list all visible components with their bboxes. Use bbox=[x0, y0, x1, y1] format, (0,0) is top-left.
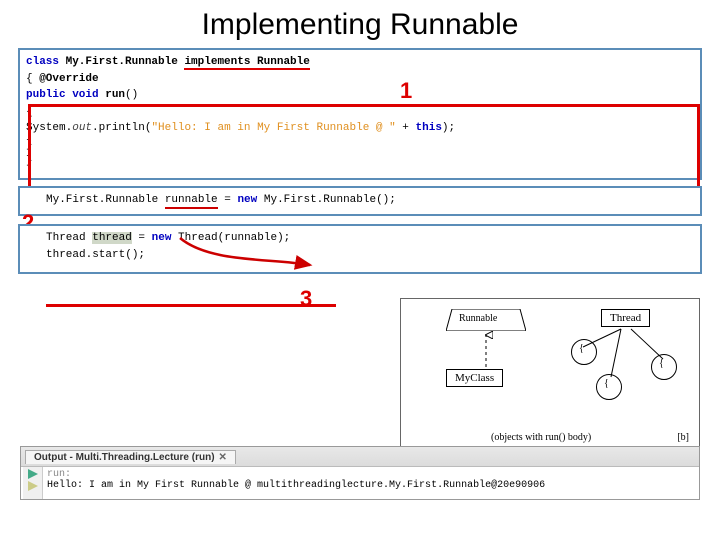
output-gutter bbox=[23, 467, 43, 499]
thread-node: Thread bbox=[601, 309, 650, 327]
class-diagram: Runnable Thread MyClass { { { (objects w… bbox=[400, 298, 700, 448]
code-block-1: class My.First.Runnable implements Runna… bbox=[18, 48, 702, 180]
callout-1: 1 bbox=[400, 78, 412, 104]
code-token: implements Runnable bbox=[184, 56, 309, 70]
output-tab-title: Output - Multi.Threading.Lecture (run) bbox=[34, 452, 215, 463]
code-token: this bbox=[416, 122, 442, 134]
code-token: My.First.Runnable bbox=[46, 194, 165, 206]
brace-icon: { bbox=[604, 378, 609, 389]
diagram-caption: (objects with run() body) bbox=[491, 432, 591, 443]
code-token: Thread bbox=[46, 232, 92, 244]
output-tab[interactable]: Output - Multi.Threading.Lecture (run) ✕ bbox=[25, 450, 236, 464]
code-token: run bbox=[105, 89, 125, 101]
code-token: System. bbox=[26, 122, 72, 134]
code-token: thread bbox=[92, 232, 132, 244]
code-token: My.First.Runnable(); bbox=[257, 194, 396, 206]
output-line: Hello: I am in My First Runnable @ multi… bbox=[47, 480, 695, 491]
code-token: new bbox=[152, 232, 172, 244]
myclass-node: MyClass bbox=[446, 369, 503, 387]
code-token: = bbox=[218, 194, 238, 206]
close-icon[interactable]: ✕ bbox=[219, 452, 227, 463]
code-token: ); bbox=[442, 122, 455, 134]
output-run-label: run: bbox=[47, 469, 695, 480]
code-token: out bbox=[72, 122, 92, 134]
code-token: runnable bbox=[165, 194, 218, 209]
code-block-2: My.First.Runnable runnable = new My.Firs… bbox=[18, 186, 702, 216]
object-links-icon bbox=[561, 327, 691, 397]
code-token: } bbox=[26, 139, 33, 151]
code-block-3: Thread thread = new Thread(runnable); th… bbox=[18, 224, 702, 274]
rerun-icon[interactable] bbox=[26, 480, 40, 492]
code-token: { bbox=[26, 106, 33, 118]
output-tabbar: Output - Multi.Threading.Lecture (run) ✕ bbox=[21, 447, 699, 467]
page-title: Implementing Runnable bbox=[0, 8, 720, 42]
code-token: new bbox=[237, 194, 257, 206]
code-token: thread.start(); bbox=[46, 249, 145, 261]
code-token: } bbox=[26, 155, 33, 167]
highlight-underline-3 bbox=[46, 304, 336, 307]
code-token: { bbox=[26, 73, 39, 85]
callout-3: 3 bbox=[300, 286, 312, 312]
run-icon[interactable] bbox=[26, 468, 40, 480]
brace-icon: { bbox=[659, 358, 664, 369]
code-token: () bbox=[125, 89, 138, 101]
code-token: public void bbox=[26, 89, 105, 101]
code-token: My.First.Runnable bbox=[66, 56, 178, 68]
code-token: + bbox=[396, 122, 416, 134]
code-token: Thread(runnable); bbox=[171, 232, 290, 244]
runnable-label: Runnable bbox=[459, 313, 497, 324]
output-panel: Output - Multi.Threading.Lecture (run) ✕… bbox=[20, 446, 700, 500]
code-token: @Override bbox=[39, 73, 98, 85]
code-token: "Hello: I am in My First Runnable @ " bbox=[151, 122, 395, 134]
output-body: run: Hello: I am in My First Runnable @ … bbox=[21, 467, 699, 499]
code-token: = bbox=[132, 232, 152, 244]
code-token: class bbox=[26, 56, 66, 68]
implements-arrow-icon bbox=[476, 331, 496, 369]
brace-icon: { bbox=[579, 343, 584, 354]
diagram-panel-label: [b] bbox=[677, 432, 689, 443]
code-token: .println( bbox=[92, 122, 151, 134]
